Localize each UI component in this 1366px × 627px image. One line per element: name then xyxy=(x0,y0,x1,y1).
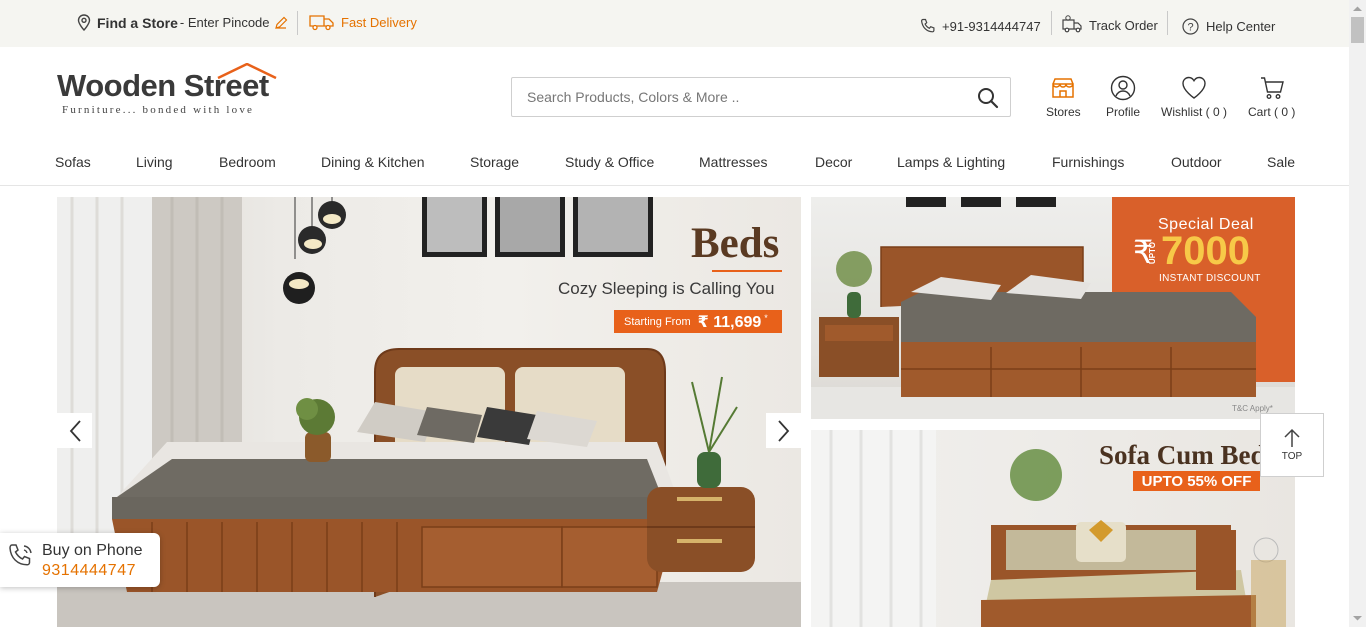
buy-on-phone-widget[interactable]: Buy on Phone 9314444747 xyxy=(0,533,160,587)
price-value: ₹ 11,699 xyxy=(697,313,762,331)
scrollbar-thumb[interactable] xyxy=(1351,17,1364,43)
cart-label: Cart ( 0 ) xyxy=(1248,105,1296,119)
scroll-up-icon[interactable] xyxy=(1349,2,1366,16)
hero-banner-beds[interactable]: Beds Cozy Sleeping is Calling You Starti… xyxy=(57,197,801,627)
carousel-next-button[interactable] xyxy=(766,413,801,448)
sofa-cum-bed-title: Sofa Cum Bed xyxy=(1099,440,1266,470)
scroll-down-icon[interactable] xyxy=(1349,611,1366,625)
pincode-label: - Enter Pincode xyxy=(179,15,270,30)
fast-delivery-label: Fast Delivery xyxy=(341,14,417,30)
user-icon xyxy=(1110,75,1136,101)
svg-text:?: ? xyxy=(1187,22,1193,34)
deal-discount-label: INSTANT DISCOUNT xyxy=(1159,273,1261,284)
stores-button[interactable]: Stores xyxy=(1046,75,1081,119)
track-order-link[interactable]: Track Order xyxy=(1062,15,1158,35)
beds-bedroom-illustration xyxy=(57,197,801,627)
back-to-top-button[interactable]: TOP xyxy=(1260,413,1324,477)
find-store-label: Find a Store xyxy=(97,14,178,31)
cart-button[interactable]: Cart ( 0 ) xyxy=(1248,75,1295,119)
profile-label: Profile xyxy=(1106,105,1141,119)
buy-on-phone-number: 9314444747 xyxy=(42,562,136,579)
buy-on-phone-label: Buy on Phone xyxy=(42,542,143,559)
deal-upto: UPTO xyxy=(1148,242,1157,265)
fast-delivery-link[interactable]: Fast Delivery xyxy=(309,13,417,31)
chevron-left-icon xyxy=(69,419,81,442)
logo-text: Wooden Street xyxy=(57,68,269,103)
location-pin-icon xyxy=(77,14,91,31)
store-icon xyxy=(1052,78,1075,98)
sofa-cum-bed-banner[interactable]: Sofa Cum Bed UPTO 55% OFF xyxy=(811,430,1295,627)
top-label: TOP xyxy=(1281,451,1303,462)
sofa-offer-badge: UPTO 55% OFF xyxy=(1133,471,1260,491)
search-button[interactable] xyxy=(976,86,1000,110)
nav-item-living[interactable]: Living xyxy=(136,154,173,170)
search-input[interactable] xyxy=(512,78,962,116)
nav-item-dining-kitchen[interactable]: Dining & Kitchen xyxy=(321,154,425,170)
nav-item-mattresses[interactable]: Mattresses xyxy=(699,154,767,170)
price-star: * xyxy=(764,313,768,323)
nav-item-storage[interactable]: Storage xyxy=(470,154,519,170)
beds-title: Beds xyxy=(691,220,780,267)
help-center-link[interactable]: ? Help Center xyxy=(1182,18,1275,35)
edit-pencil-icon[interactable] xyxy=(274,16,288,30)
price-badge: Starting From ₹ 11,699 * xyxy=(614,310,782,333)
nav-item-furnishings[interactable]: Furnishings xyxy=(1052,154,1124,170)
search-box xyxy=(511,77,1011,117)
arrow-up-icon xyxy=(1284,428,1300,447)
logo-tagline: Furniture... bonded with love xyxy=(62,104,255,116)
wishlist-label: Wishlist ( 0 ) xyxy=(1161,105,1227,119)
stores-label: Stores xyxy=(1046,105,1081,119)
profile-button[interactable]: Profile xyxy=(1106,75,1140,119)
logo[interactable]: Wooden Street Furniture... bonded with l… xyxy=(57,63,287,123)
main-nav: Sofas Living Bedroom Dining & Kitchen St… xyxy=(0,139,1349,186)
tc-apply: T&C Apply* xyxy=(1232,404,1273,413)
nav-item-decor[interactable]: Decor xyxy=(815,154,852,170)
title-underline xyxy=(712,270,782,272)
cart-icon xyxy=(1260,77,1284,99)
phone-call-icon xyxy=(9,544,32,566)
top-bar: Find a Store - Enter Pincode Fast Delive… xyxy=(0,0,1349,47)
nav-item-outdoor[interactable]: Outdoor xyxy=(1171,154,1222,170)
phone-number: +91-9314444747 xyxy=(942,18,1041,34)
chevron-right-icon xyxy=(777,419,789,442)
special-deal-banner[interactable]: Special Deal ₹ UPTO 7000 INSTANT DISCOUN… xyxy=(811,197,1295,419)
nav-item-bedroom[interactable]: Bedroom xyxy=(219,154,276,170)
track-order-label: Track Order xyxy=(1089,17,1158,33)
help-icon: ? xyxy=(1182,18,1199,35)
beds-subtitle: Cozy Sleeping is Calling You xyxy=(558,279,775,298)
deal-amount: 7000 xyxy=(1161,229,1250,273)
price-label: Starting From xyxy=(624,315,691,328)
truck-icon xyxy=(309,13,335,31)
search-icon xyxy=(978,88,999,109)
phone-icon xyxy=(920,18,936,34)
carousel-prev-button[interactable] xyxy=(57,413,92,448)
nav-item-sale[interactable]: Sale xyxy=(1267,154,1295,170)
page-scrollbar[interactable] xyxy=(1349,0,1366,627)
wishlist-button[interactable]: Wishlist ( 0 ) xyxy=(1161,75,1227,119)
header: Wooden Street Furniture... bonded with l… xyxy=(0,47,1349,139)
heart-icon xyxy=(1182,76,1206,99)
track-order-icon xyxy=(1062,15,1083,35)
nav-item-lamps-lighting[interactable]: Lamps & Lighting xyxy=(897,154,1005,170)
phone-link[interactable]: +91-9314444747 xyxy=(920,18,1041,34)
nav-item-study-office[interactable]: Study & Office xyxy=(565,154,654,170)
find-store-link[interactable]: Find a Store - Enter Pincode xyxy=(77,14,288,31)
help-center-label: Help Center xyxy=(1206,19,1276,34)
nav-item-sofas[interactable]: Sofas xyxy=(55,154,91,170)
